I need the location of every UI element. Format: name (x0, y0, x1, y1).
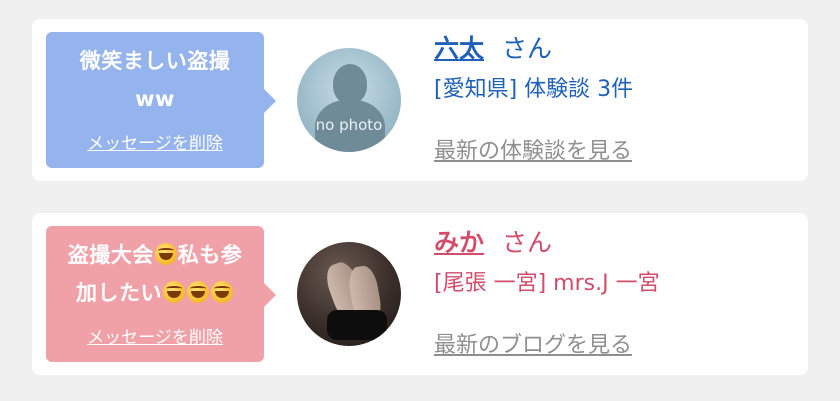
message-text: 微笑ましい盗撮 ww (54, 42, 256, 122)
user-name-link[interactable]: 六太 (434, 34, 484, 63)
message-line-1: 微笑ましい盗撮 (79, 49, 231, 73)
message-bubble: 微笑ましい盗撮 ww メッセージを削除 (46, 32, 276, 168)
message-line-2: ww (135, 87, 175, 111)
user-card: 微笑ましい盗撮 ww メッセージを削除 no photo 六太 さん [愛知県] … (32, 19, 808, 181)
message-fragment: 私も参 (177, 243, 243, 267)
message-text: 盗撮大会 私も参 加したい (54, 236, 256, 316)
latest-posts-link[interactable]: 最新の体験談を見る (434, 133, 632, 165)
message-fragment: 盗撮大会 (67, 243, 154, 267)
message-bubble: 盗撮大会 私も参 加したい メッセージを削除 (46, 226, 276, 362)
photo-detail (327, 310, 387, 340)
avatar[interactable]: no photo (297, 48, 401, 152)
delete-message-link[interactable]: メッセージを削除 (46, 323, 264, 348)
delete-message-link[interactable]: メッセージを削除 (46, 129, 264, 154)
honorific: さん (502, 34, 553, 63)
user-card: 盗撮大会 私も参 加したい メッセージを削除 みか さん [尾張 一宮] mrs.J… (32, 213, 808, 375)
rolling-laughing-emoji-icon (163, 281, 185, 303)
latest-blog-link[interactable]: 最新のブログを見る (434, 327, 632, 359)
user-info: みか さん [尾張 一宮] mrs.J 一宮 (434, 225, 660, 299)
message-fragment: 加したい (76, 281, 162, 305)
honorific: さん (502, 228, 553, 257)
message-line-2: 加したい (54, 274, 256, 312)
user-name-link[interactable]: みか (434, 228, 484, 257)
user-detail: [尾張 一宮] mrs.J 一宮 (434, 271, 660, 296)
avatar[interactable] (297, 242, 401, 346)
rolling-laughing-emoji-icon (211, 281, 233, 303)
person-silhouette-icon (333, 64, 367, 104)
user-detail: [愛知県] 体験談 3件 (434, 77, 634, 102)
name-line: みか さん (434, 225, 660, 261)
name-line: 六太 さん (434, 31, 633, 67)
rolling-laughing-emoji-icon (154, 243, 177, 265)
rolling-laughing-emoji-icon (187, 281, 209, 303)
no-photo-label: no photo (315, 116, 383, 134)
message-line-1: 盗撮大会 私も参 (54, 236, 256, 274)
user-info: 六太 さん [愛知県] 体験談 3件 (434, 31, 633, 105)
